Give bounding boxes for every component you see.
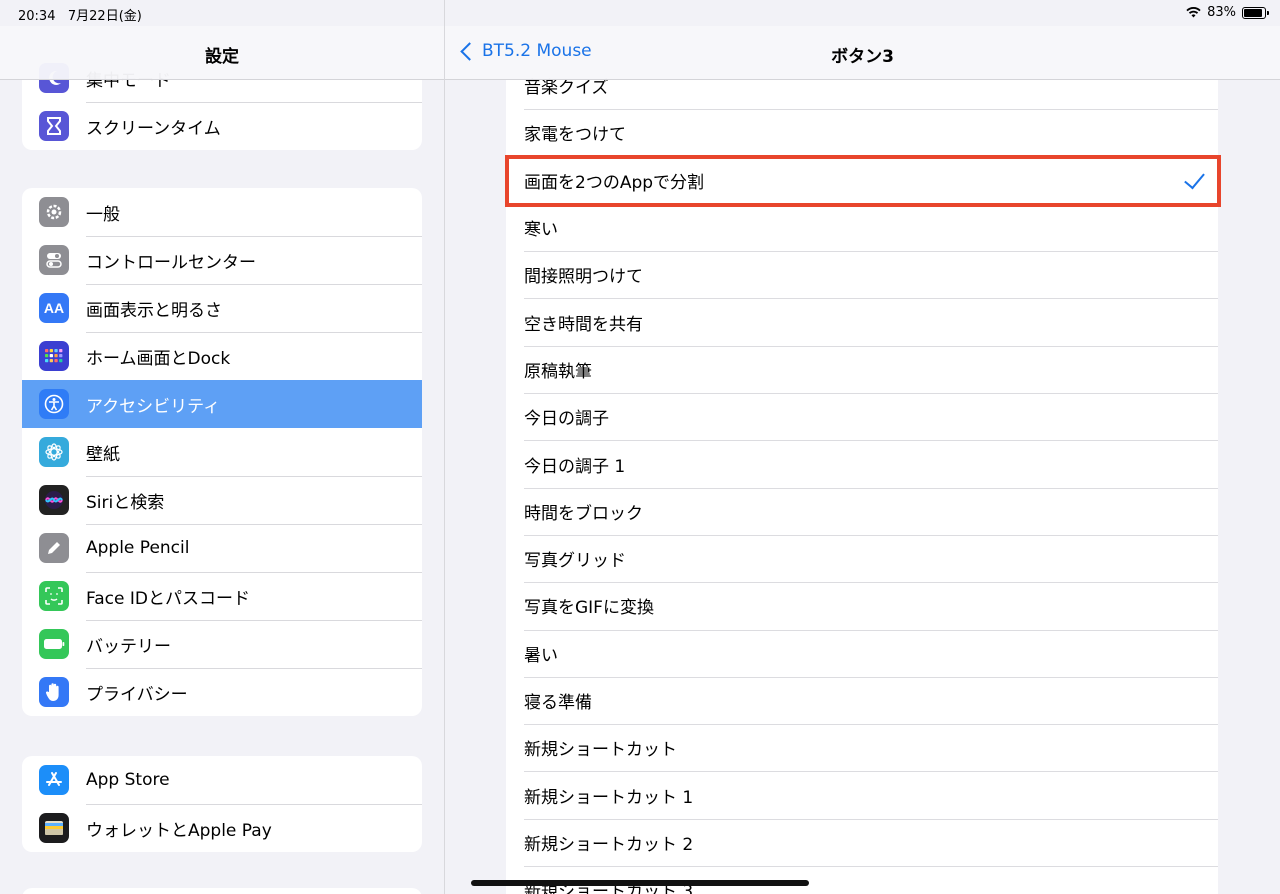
shortcut-list-item[interactable]: 新規ショートカット 1: [506, 771, 1218, 818]
status-right: 83%: [1186, 5, 1269, 20]
sidebar-item[interactable]: スクリーンタイム: [22, 102, 422, 150]
shortcut-list-item[interactable]: 寝る準備: [506, 676, 1218, 724]
shortcut-label: 今日の調子 1: [524, 456, 626, 477]
sidebar-item-label: 壁紙: [86, 444, 120, 465]
shortcut-list-item[interactable]: 間接照明つけて: [506, 251, 1218, 298]
toggles-icon: [39, 245, 69, 275]
shortcut-label: 写真をGIFに変換: [524, 598, 654, 619]
shortcut-label: 寝る準備: [524, 693, 592, 713]
shortcut-list-item[interactable]: 家電をつけて: [506, 109, 1218, 156]
shortcut-list-item[interactable]: 写真をGIFに変換: [506, 582, 1218, 629]
sidebar-item-label: ホーム画面とDock: [86, 348, 231, 369]
shortcut-list-item[interactable]: 新規ショートカット 2: [506, 818, 1218, 866]
shortcut-label: 新規ショートカット 2: [524, 834, 694, 855]
settings-group-4: [22, 888, 422, 894]
shortcut-label: 暑い: [524, 645, 558, 666]
sidebar-item[interactable]: Apple Pencil: [22, 524, 422, 572]
battery-icon: [39, 629, 69, 659]
shortcut-list-item[interactable]: 今日の調子: [506, 393, 1218, 440]
grid-icon: [39, 341, 69, 371]
status-bar: 20:34 7月22日(金) 83%: [0, 0, 1280, 26]
settings-group-3: App Store ウォレットとApple Pay: [22, 756, 422, 852]
home-indicator[interactable]: [471, 880, 809, 886]
sidebar-item[interactable]: 壁紙: [22, 428, 422, 476]
shortcut-list-item[interactable]: 暑い: [506, 629, 1218, 677]
shortcut-list-item[interactable]: 時間をブロック: [506, 487, 1218, 535]
status-time: 20:34: [18, 9, 56, 24]
shortcut-label: 原稿執筆: [524, 361, 592, 382]
shortcut-list-item[interactable]: 新規ショートカット: [506, 724, 1218, 771]
sidebar-item-label: Face IDとパスコード: [86, 588, 250, 609]
shortcut-list-item[interactable]: 今日の調子 1: [506, 440, 1218, 487]
siri-icon: [39, 485, 69, 515]
battery-icon: [1242, 6, 1269, 19]
shortcut-label: 今日の調子: [524, 409, 609, 430]
sidebar-item[interactable]: ホーム画面とDock: [22, 332, 422, 380]
shortcut-label: 時間をブロック: [524, 503, 643, 524]
shortcut-label: 新規ショートカット 1: [524, 787, 694, 808]
sidebar-item-label: 一般: [86, 204, 120, 225]
sidebar-item-label: Apple Pencil: [86, 538, 190, 558]
status-date: 7月22日(金): [67, 9, 142, 24]
app-store-icon: [39, 765, 69, 795]
status-time-date: 20:34 7月22日(金): [18, 5, 142, 24]
page-title: ボタン3: [831, 47, 894, 67]
shortcut-list-item[interactable]: 原稿執筆: [506, 345, 1218, 393]
settings-sidebar: 設定 集中モード スクリーンタイム 一般 コントロールセンター AA 画面表示と明るさホ…: [0, 0, 445, 894]
flower-icon: [39, 437, 69, 467]
gear-icon: [39, 197, 69, 227]
shortcut-label: 写真グリッド: [524, 551, 626, 572]
sidebar-item[interactable]: Face IDとパスコード: [22, 572, 422, 620]
sidebar-item[interactable]: AA 画面表示と明るさ: [22, 284, 422, 332]
wallet-icon: [39, 813, 69, 843]
shortcut-label: 間接照明つけて: [524, 267, 643, 288]
sidebar-item-label: スクリーンタイム: [86, 118, 221, 139]
sidebar-item[interactable]: 一般: [22, 188, 422, 236]
sidebar-item-label: バッテリー: [86, 636, 171, 657]
wifi-icon: [1186, 7, 1201, 18]
sidebar-title: 設定: [205, 47, 239, 67]
hand-icon: [39, 677, 69, 707]
sidebar-item[interactable]: Siriと検索: [22, 476, 422, 524]
face-id-icon: [39, 581, 69, 611]
text-size-icon: AA: [39, 293, 69, 323]
sidebar-item-label: Siriと検索: [86, 492, 165, 513]
sidebar-item-label: 画面表示と明るさ: [86, 300, 222, 321]
sidebar-item-label: ウォレットとApple Pay: [86, 820, 272, 841]
shortcut-label: 新規ショートカット: [524, 740, 677, 761]
sidebar-header: 設定: [0, 26, 444, 80]
shortcut-list-item[interactable]: 空き時間を共有: [506, 298, 1218, 345]
highlight-annotation: [505, 155, 1221, 207]
shortcut-list-item[interactable]: 写真グリッド: [506, 534, 1218, 582]
sidebar-item[interactable]: App Store: [22, 756, 422, 804]
hourglass-icon: [39, 111, 69, 141]
detail-pane: BT5.2 Mouse ボタン3 音楽クイズ 家電をつけて 画面を2つのAppで分割…: [445, 0, 1280, 894]
sidebar-item[interactable]: コントロールセンター: [22, 236, 422, 284]
sidebar-item-label: コントロールセンター: [86, 252, 256, 273]
shortcut-label: 空き時間を共有: [524, 314, 643, 335]
sidebar-item[interactable]: プライバシー: [22, 668, 422, 716]
detail-header: BT5.2 Mouse ボタン3: [445, 26, 1280, 80]
battery-percent: 83%: [1207, 5, 1236, 20]
sidebar-item-label: プライバシー: [86, 684, 188, 705]
sidebar-item[interactable]: アクセシビリティ: [22, 380, 422, 428]
shortcut-list-item[interactable]: 寒い: [506, 203, 1218, 251]
settings-group-2: 一般コントロールセンター AA 画面表示と明るさ ホーム画面とDock アクセシビリティ…: [22, 188, 422, 716]
sidebar-item-label: App Store: [86, 770, 170, 790]
accessibility-icon: [39, 389, 69, 419]
pencil-icon: [39, 533, 69, 563]
sidebar-item-label: アクセシビリティ: [86, 396, 221, 417]
shortcut-label: 家電をつけて: [524, 125, 626, 146]
shortcut-label: 寒い: [524, 220, 558, 241]
sidebar-item[interactable]: ウォレットとApple Pay: [22, 804, 422, 852]
sidebar-item[interactable]: バッテリー: [22, 620, 422, 668]
